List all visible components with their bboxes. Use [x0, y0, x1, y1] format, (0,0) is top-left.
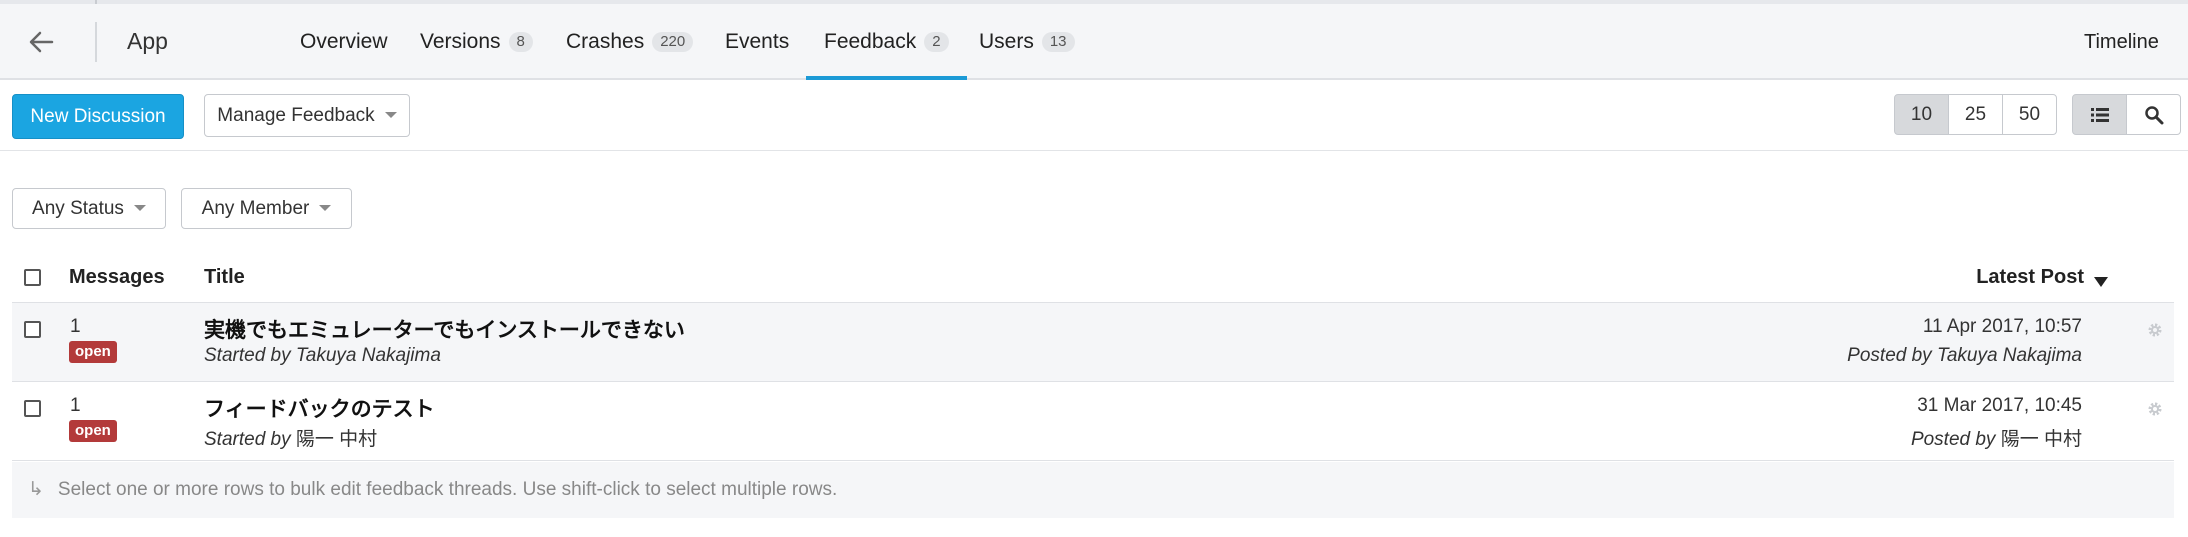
caret-down-icon: [384, 112, 397, 118]
gear-icon: [2148, 323, 2162, 337]
app-header: App Overview Versions 8 Crashes 220 Events…: [0, 4, 2188, 80]
page-size-50[interactable]: 50: [2002, 94, 2057, 135]
toolbar: New Discussion Manage Feedback 10 25 50: [0, 80, 2188, 151]
posted-by-prefix: Posted by: [1910, 429, 1996, 450]
column-header-latest-post[interactable]: Latest Post: [1976, 266, 2108, 289]
header-divider: [95, 22, 97, 62]
list-view-button[interactable]: [2072, 94, 2127, 135]
latest-poster: Posted by Takuya Nakajima: [1847, 345, 2082, 367]
thread-starter: Started by 陽一 中村: [204, 424, 377, 451]
tab-label: Users: [979, 30, 1034, 53]
back-button[interactable]: [22, 22, 62, 62]
caret-down-icon: [133, 205, 146, 211]
tab-label: Versions: [420, 30, 501, 53]
new-discussion-button[interactable]: New Discussion: [12, 94, 184, 139]
tab-crashes[interactable]: Crashes 220: [566, 4, 694, 78]
message-count: 1: [70, 316, 81, 337]
timeline-link[interactable]: Timeline: [2084, 4, 2159, 80]
tab-label: Overview: [300, 30, 388, 53]
tab-feedback[interactable]: Feedback 2: [806, 4, 967, 80]
page-size-10[interactable]: 10: [1894, 94, 1949, 135]
search-icon: [2144, 105, 2163, 124]
count-badge: 8: [508, 32, 533, 52]
tab-label: Crashes: [566, 30, 645, 53]
sort-desc-icon: [2094, 277, 2108, 287]
gear-icon: [2148, 402, 2162, 416]
search-button[interactable]: [2126, 94, 2181, 135]
status-filter-label: Any Status: [32, 198, 124, 219]
thread-starter: Started by Takuya Nakajima: [204, 345, 441, 367]
column-header-title[interactable]: Title: [204, 266, 245, 289]
latest-post-date: 11 Apr 2017, 10:57: [1922, 316, 2082, 337]
tab-users[interactable]: Users 13: [979, 4, 1075, 78]
view-toggle-group: [2072, 94, 2181, 135]
status-filter-dropdown[interactable]: Any Status: [12, 188, 166, 229]
tab-label: Events: [725, 30, 790, 53]
column-header-messages[interactable]: Messages: [69, 266, 165, 289]
posted-by-name: Takuya Nakajima: [1936, 345, 2082, 366]
latest-poster: Posted by 陽一 中村: [1911, 424, 2082, 451]
app-title: App: [127, 28, 168, 54]
started-by-name: Takuya Nakajima: [295, 345, 441, 366]
bulk-edit-hint: ↳ Select one or more rows to bulk edit fe…: [12, 462, 2174, 518]
table-row[interactable]: 1 open 実機でもエミュレーターでもインストールできない Started b…: [12, 303, 2174, 382]
caret-down-icon: [319, 205, 332, 211]
bulk-edit-hint-text: Select one or more rows to bulk edit fee…: [57, 479, 838, 500]
row-checkbox[interactable]: [24, 400, 41, 417]
started-by-prefix: Started by: [204, 345, 291, 366]
tab-versions[interactable]: Versions 8: [420, 4, 533, 78]
latest-post-date: 31 Mar 2017, 10:45: [1917, 395, 2082, 416]
count-badge: 13: [1041, 32, 1075, 52]
row-checkbox[interactable]: [24, 321, 41, 338]
list-view-icon: [2090, 107, 2109, 122]
latest-post-label: Latest Post: [1976, 266, 2084, 288]
started-by-name: 陽一 中村: [295, 429, 378, 450]
return-arrow-icon: ↳: [28, 479, 44, 500]
manage-feedback-label: Manage Feedback: [217, 105, 375, 126]
select-all-checkbox[interactable]: [24, 269, 41, 286]
posted-by-prefix: Posted by: [1847, 345, 1932, 366]
page-size-25[interactable]: 25: [1948, 94, 2003, 135]
thread-title[interactable]: フィードバックのテスト: [204, 393, 435, 423]
posted-by-name: 陽一 中村: [2000, 429, 2082, 450]
message-count: 1: [70, 395, 81, 416]
status-badge: open: [69, 420, 117, 442]
table-row[interactable]: 1 open フィードバックのテスト Started by 陽一 中村 31 M…: [12, 382, 2174, 461]
table-header: Messages Title Latest Post: [12, 256, 2174, 304]
page-size-group: 10 25 50: [1894, 94, 2057, 135]
tab-events[interactable]: Events: [725, 4, 789, 78]
tab-label: Feedback: [824, 30, 917, 53]
manage-feedback-dropdown[interactable]: Manage Feedback: [204, 94, 410, 137]
thread-title[interactable]: 実機でもエミュレーターでもインストールできない: [204, 314, 685, 344]
started-by-prefix: Started by: [204, 429, 291, 450]
member-filter-label: Any Member: [201, 198, 310, 219]
row-settings-button[interactable]: [2145, 320, 2165, 340]
member-filter-dropdown[interactable]: Any Member: [181, 188, 352, 229]
count-badge: 220: [652, 32, 694, 52]
arrow-left-icon: [29, 31, 54, 53]
tab-overview[interactable]: Overview: [300, 4, 388, 78]
row-settings-button[interactable]: [2145, 399, 2165, 419]
status-badge: open: [69, 341, 117, 363]
count-badge: 2: [924, 32, 949, 52]
